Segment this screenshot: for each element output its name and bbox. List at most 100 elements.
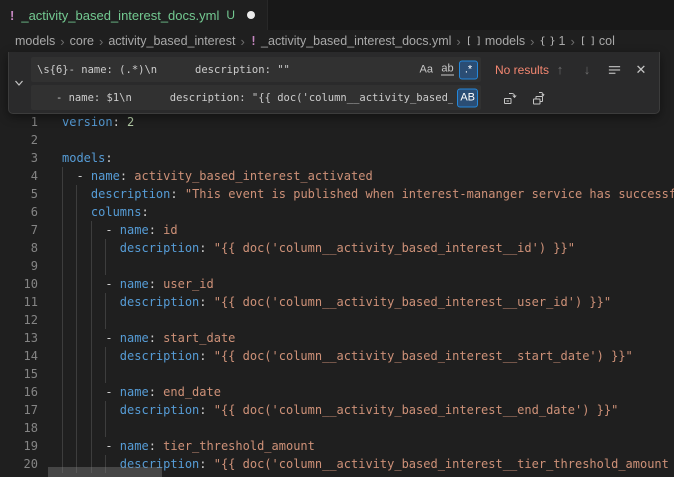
replace-all-button[interactable]	[530, 88, 548, 108]
code-line[interactable]: 18	[0, 419, 674, 437]
whole-word-label: ab	[441, 64, 453, 76]
code-line[interactable]: 12	[0, 311, 674, 329]
code-text: models:	[62, 149, 113, 167]
code-line[interactable]: 19 - name: tier_threshold_amount	[0, 437, 674, 455]
indent-guide	[91, 275, 92, 293]
indent-guide	[62, 419, 63, 437]
use-regex-button[interactable]: .*	[459, 60, 478, 79]
match-case-button[interactable]: Aa	[417, 60, 436, 79]
code-line[interactable]: 10 - name: user_id	[0, 275, 674, 293]
whole-word-button[interactable]: ab	[438, 60, 457, 79]
code-line[interactable]: 9	[0, 257, 674, 275]
line-number: 19	[0, 437, 38, 455]
close-button[interactable]: ✕	[632, 60, 650, 80]
find-input[interactable]	[31, 57, 481, 82]
symbol-array-icon: [ ]	[580, 36, 595, 47]
line-number: 3	[0, 149, 38, 167]
breadcrumb-item[interactable]: activity_based_interest	[108, 34, 235, 48]
code-editor[interactable]: 1version: 223 models:4 - name: activity_b…	[0, 52, 674, 477]
indent-guide	[76, 221, 77, 239]
indent-guide	[105, 419, 106, 437]
next-match-button[interactable]: ↓	[578, 60, 596, 80]
indent-guide	[91, 239, 92, 257]
indent-guide	[76, 257, 77, 275]
find-replace-widget: Aa ab .* No results ↑ ↓ ✕	[8, 52, 660, 114]
code-line[interactable]: 5 description: "This event is published …	[0, 185, 674, 203]
indent-guide	[91, 329, 92, 347]
code-text: - name: id	[62, 221, 178, 239]
indent-guide	[76, 437, 77, 455]
line-number: 9	[0, 257, 38, 275]
tab-activity-based-interest-docs[interactable]: ! _activity_based_interest_docs.yml U	[0, 0, 268, 30]
code-line[interactable]: 11 description: "{{ doc('column__activit…	[0, 293, 674, 311]
code-line[interactable]: 1version: 2	[0, 113, 674, 131]
code-line[interactable]: 15	[0, 365, 674, 383]
indent-guide	[62, 329, 63, 347]
code-line[interactable]: 17 description: "{{ doc('column__activit…	[0, 401, 674, 419]
indent-guide	[76, 239, 77, 257]
breadcrumb-separator-icon: ›	[99, 34, 103, 49]
code-line[interactable]: 13 - name: start_date	[0, 329, 674, 347]
replace-action-buttons	[501, 85, 548, 110]
preserve-case-button[interactable]: AB	[457, 88, 478, 107]
toggle-replace-button[interactable]	[9, 52, 29, 113]
code-line[interactable]: 6 columns:	[0, 203, 674, 221]
code-line[interactable]: 14 description: "{{ doc('column__activit…	[0, 347, 674, 365]
breadcrumb-item[interactable]: models	[15, 34, 55, 48]
indent-guide	[62, 293, 63, 311]
vscode-window: ! _activity_based_interest_docs.yml U mo…	[0, 0, 674, 477]
code-text: description: "{{ doc('column__activity_b…	[62, 293, 611, 311]
indent-guide	[76, 347, 77, 365]
line-number: 20	[0, 455, 38, 473]
code-line[interactable]: 2	[0, 131, 674, 149]
line-number: 17	[0, 401, 38, 419]
indent-guide	[62, 401, 63, 419]
indent-guide	[91, 437, 92, 455]
breadcrumb-label: _activity_based_interest_docs.yml	[261, 34, 451, 48]
indent-guide	[105, 239, 106, 257]
indent-guide	[91, 365, 92, 383]
find-input-box: Aa ab .*	[31, 57, 481, 82]
code-text: - name: tier_threshold_amount	[62, 437, 315, 455]
line-number: 12	[0, 311, 38, 329]
replace-button[interactable]	[501, 88, 519, 108]
yml-file-icon: !	[250, 34, 257, 48]
code-text: description: "{{ doc('column__activity_b…	[62, 401, 618, 419]
indent-guide	[62, 347, 63, 365]
code-line[interactable]: 8 description: "{{ doc('column__activity…	[0, 239, 674, 257]
line-number: 11	[0, 293, 38, 311]
code-text: - name: user_id	[62, 275, 214, 293]
code-text: description: "{{ doc('column__activity_b…	[62, 347, 633, 365]
indent-guide	[62, 275, 63, 293]
indent-guide	[91, 257, 92, 275]
replace-input[interactable]	[31, 85, 481, 110]
indent-guide	[105, 257, 106, 275]
breadcrumb-separator-icon: ›	[530, 34, 534, 49]
code-line[interactable]: 16 - name: end_date	[0, 383, 674, 401]
breadcrumb-item[interactable]: { }1	[539, 34, 565, 48]
indent-guide	[105, 365, 106, 383]
breadcrumb-item[interactable]: core	[70, 34, 94, 48]
line-number: 10	[0, 275, 38, 293]
code-line[interactable]: 4 - name: activity_based_interest_activa…	[0, 167, 674, 185]
modified-indicator-dot[interactable]	[247, 11, 255, 19]
tab-bar: ! _activity_based_interest_docs.yml U	[0, 0, 674, 30]
breadcrumb-item[interactable]: ! _activity_based_interest_docs.yml	[250, 34, 452, 48]
replace-all-icon	[531, 90, 547, 106]
find-in-selection-button[interactable]	[605, 60, 623, 80]
line-number: 5	[0, 185, 38, 203]
breadcrumb-separator-icon: ›	[456, 34, 460, 49]
code-line[interactable]: 3 models:	[0, 149, 674, 167]
horizontal-scrollbar-thumb[interactable]	[48, 467, 162, 477]
indent-guide	[91, 221, 92, 239]
breadcrumb-item[interactable]: [ ]col	[580, 34, 615, 48]
indent-guide	[91, 293, 92, 311]
find-options: Aa ab .*	[417, 60, 478, 79]
code-line[interactable]: 7 - name: id	[0, 221, 674, 239]
line-number: 2	[0, 131, 38, 149]
line-number: 8	[0, 239, 38, 257]
symbol-array-icon: [ ]	[466, 36, 481, 47]
indent-guide	[105, 401, 106, 419]
breadcrumb-item[interactable]: [ ]models	[466, 34, 525, 48]
previous-match-button[interactable]: ↑	[551, 60, 569, 80]
